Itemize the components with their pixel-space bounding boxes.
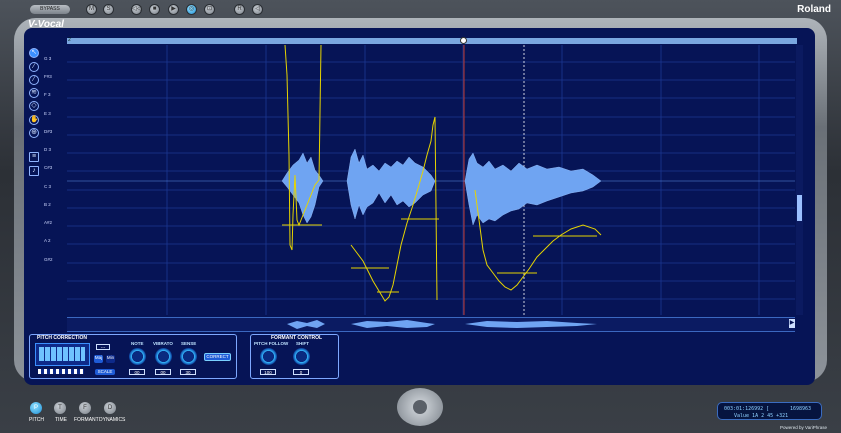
timeline-ruler[interactable] <box>67 38 797 44</box>
pencil-tool[interactable]: ∕ <box>29 62 39 72</box>
nav-center-button[interactable] <box>413 400 427 414</box>
eraser-icon: ◇ <box>31 102 37 109</box>
time-mode-label: TIME <box>55 417 67 423</box>
waveform-view-button[interactable]: ≡ <box>29 152 39 162</box>
pitch-follow-value: 100 <box>260 369 276 375</box>
status-position: 003:01:126992 [ <box>724 406 770 412</box>
status-sample: 1698963 <box>790 406 812 412</box>
note-label: G 3 <box>44 56 52 61</box>
dynamics-mode-label: DYNAMICS <box>99 417 126 423</box>
major-button[interactable]: Maj <box>94 355 103 363</box>
note-value: 00 <box>129 369 145 375</box>
solo-button[interactable]: S <box>103 4 114 15</box>
powered-by-text: Powered by VariPhrase <box>780 425 827 430</box>
vibrato-knob[interactable] <box>155 348 172 365</box>
pitch-correction-title: PITCH CORRECTION <box>37 335 87 341</box>
waveform-view-icon: ≡ <box>31 153 37 160</box>
note-label: C#3 <box>44 165 53 170</box>
note-view-icon: ♪ <box>32 167 36 174</box>
note-knob-label: NOTE <box>131 341 144 346</box>
sense-knob[interactable] <box>180 348 197 365</box>
sense-knob-label: SENSE <box>181 341 197 346</box>
hand-icon: ✋ <box>30 116 39 123</box>
note-label: C 3 <box>44 184 52 189</box>
dynamics-mode-button[interactable]: D <box>104 402 116 414</box>
status-display: 003:01:126992 [ 1698963 Value 1A 2 45 +3… <box>717 402 822 420</box>
navigation-pad[interactable] <box>397 388 443 426</box>
vibrato-tool[interactable]: ≋ <box>29 88 39 98</box>
capture-button[interactable]: ⊡ <box>204 4 215 15</box>
pitch-follow-label: PITCH FOLLOW <box>254 341 289 346</box>
note-label: G#2 <box>44 257 53 262</box>
record-button[interactable]: R <box>234 4 245 15</box>
formant-mode-label: FORMANT <box>74 417 99 423</box>
eraser-tool[interactable]: ◇ <box>29 101 39 111</box>
shift-value: 0 <box>293 369 309 375</box>
sense-value: 30 <box>180 369 196 375</box>
waveform <box>281 148 602 226</box>
keyboard-keys[interactable] <box>39 347 85 361</box>
back-button[interactable]: ◁ <box>252 4 263 15</box>
keyboard-led-row <box>38 369 84 374</box>
line-tool[interactable]: ⁄ <box>29 75 39 85</box>
overview-waveform <box>287 320 597 329</box>
note-knob[interactable] <box>129 348 146 365</box>
minor-button[interactable]: Min <box>106 355 115 363</box>
note-label: D 3 <box>44 147 52 152</box>
shift-knob[interactable] <box>293 348 310 365</box>
note-label: B 2 <box>44 202 51 207</box>
play-button[interactable]: ▶ <box>168 4 179 15</box>
zoom-tool[interactable]: ⊕ <box>29 128 39 138</box>
pointer-icon: ↖ <box>31 49 37 56</box>
playhead-handle[interactable] <box>460 37 467 44</box>
overview-strip[interactable] <box>67 317 795 332</box>
note-label: A#2 <box>44 220 53 225</box>
app-logo: V-Vocal <box>28 19 64 30</box>
vibrato-knob-label: VIBRATO <box>153 341 173 346</box>
stop-button[interactable]: ■ <box>149 4 160 15</box>
note-label: F#3 <box>44 74 52 79</box>
line-icon: ⁄ <box>33 76 35 83</box>
correct-button[interactable]: CORRECT <box>204 353 231 361</box>
scale-keyboard[interactable] <box>35 343 90 366</box>
pitch-follow-knob[interactable] <box>260 348 277 365</box>
vertical-scroll-thumb[interactable] <box>797 195 802 221</box>
note-view-button[interactable]: ♪ <box>29 166 39 176</box>
pitch-mode-label: PITCH <box>29 417 44 423</box>
scale-button[interactable]: SCALE <box>95 369 115 375</box>
status-value: Value 1A 2 45 +321 <box>734 413 789 419</box>
brand-logo: Roland <box>797 4 831 15</box>
vertical-scrollbar[interactable] <box>796 45 803 315</box>
note-label: D#3 <box>44 129 53 134</box>
ruler-label: 2 <box>68 37 71 43</box>
bypass-button[interactable]: BYPASS <box>30 5 70 14</box>
formant-mode-button[interactable]: F <box>79 402 91 414</box>
overview-right-arrow[interactable]: ▶ <box>789 319 795 328</box>
vibrato-icon: ≋ <box>31 89 37 96</box>
pitch-mode-button[interactable]: P <box>30 402 42 414</box>
pitch-editor[interactable] <box>67 45 795 315</box>
hand-tool[interactable]: ✋ <box>29 115 39 125</box>
pointer-tool[interactable]: ↖ <box>29 48 39 58</box>
rewind-button[interactable]: ◁◁ <box>131 4 142 15</box>
v-vocal-window: BYPASS M S ◁◁ ■ ▶ ◎ ⊡ R ◁ Roland V-Vocal… <box>0 0 841 433</box>
zoom-icon: ⊕ <box>31 129 37 136</box>
loop-button[interactable]: ◎ <box>186 4 197 15</box>
pencil-icon: ∕ <box>33 63 35 70</box>
note-label: F 3 <box>44 92 51 97</box>
key-display: --- <box>96 344 110 350</box>
time-mode-button[interactable]: T <box>54 402 66 414</box>
note-label: E 3 <box>44 111 51 116</box>
vibrato-value: 00 <box>155 369 171 375</box>
shift-label: SHIFT <box>296 341 309 346</box>
note-label: A 2 <box>44 238 51 243</box>
mute-button[interactable]: M <box>86 4 97 15</box>
